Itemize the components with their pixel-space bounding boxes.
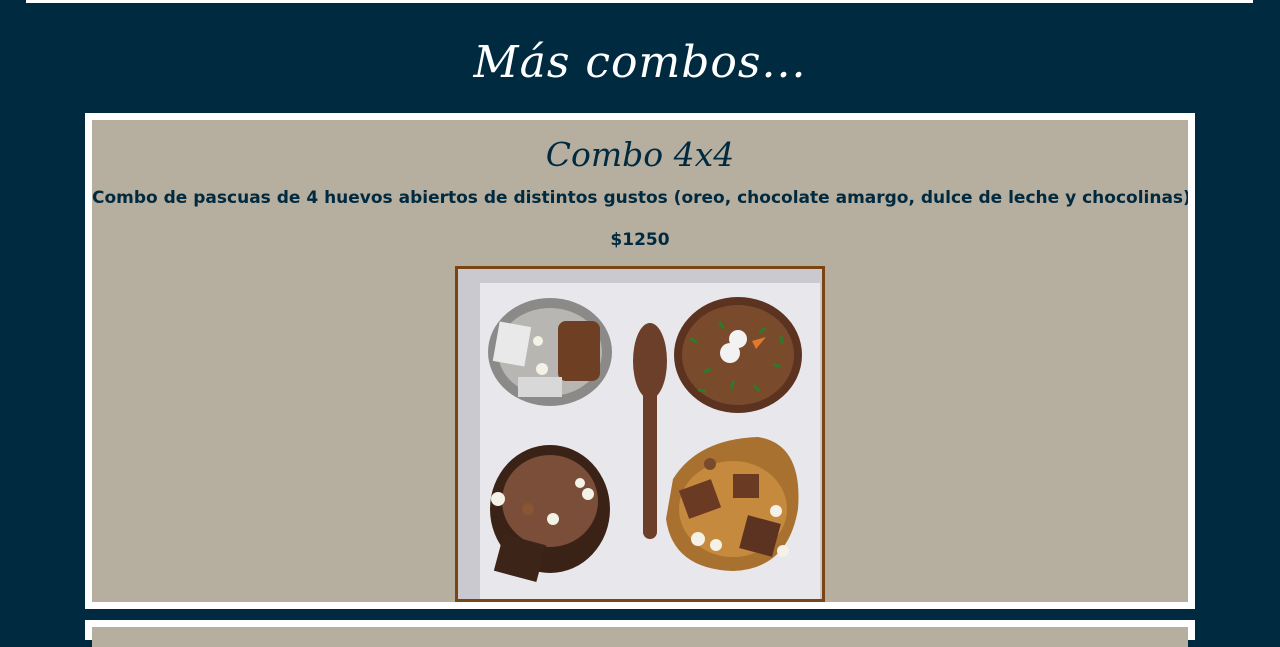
- egg-amargo-bunny-body: [720, 343, 740, 363]
- product-description: Combo de pascuas de 4 huevos abiertos de…: [92, 188, 1188, 208]
- next-product-card-body: [92, 627, 1188, 647]
- egg-chocolinas-ball: [522, 503, 534, 515]
- egg-chocolinas-ball: [575, 478, 585, 488]
- egg-oreo-cookie: [518, 377, 562, 397]
- product-price: $1250: [610, 230, 670, 250]
- product-card-body: Combo 4x4 Combo de pascuas de 4 huevos a…: [92, 120, 1188, 602]
- egg-dulce-de-leche-ball: [777, 545, 789, 557]
- egg-chocolinas-filling: [502, 455, 598, 547]
- product-card: Combo 4x4 Combo de pascuas de 4 huevos a…: [85, 113, 1195, 609]
- egg-dulce-de-leche-ball: [770, 505, 782, 517]
- egg-chocolinas-ball: [582, 488, 594, 500]
- egg-oreo-ball: [533, 336, 543, 346]
- header-divider: [26, 0, 1253, 3]
- egg-dulce-de-leche-chunk: [733, 474, 759, 498]
- egg-oreo-chunk: [492, 321, 532, 367]
- section-title: Más combos...: [473, 37, 807, 88]
- egg-chocolinas-ball: [547, 513, 559, 525]
- egg-chocolinas-ball: [491, 492, 505, 506]
- product-title: Combo 4x4: [545, 135, 735, 174]
- egg-dulce-de-leche-ball: [710, 539, 722, 551]
- egg-oreo-ball: [536, 363, 548, 375]
- egg-oreo-chocolate: [558, 321, 600, 381]
- chocolate-spoon-bowl: [633, 323, 667, 399]
- product-photo[interactable]: [455, 266, 825, 602]
- egg-dulce-de-leche-ball: [704, 458, 716, 470]
- next-product-card: [85, 620, 1195, 647]
- chocolate-spoon-handle: [643, 389, 657, 539]
- product-photo-illustration: [458, 269, 822, 599]
- egg-dulce-de-leche-ball: [691, 532, 705, 546]
